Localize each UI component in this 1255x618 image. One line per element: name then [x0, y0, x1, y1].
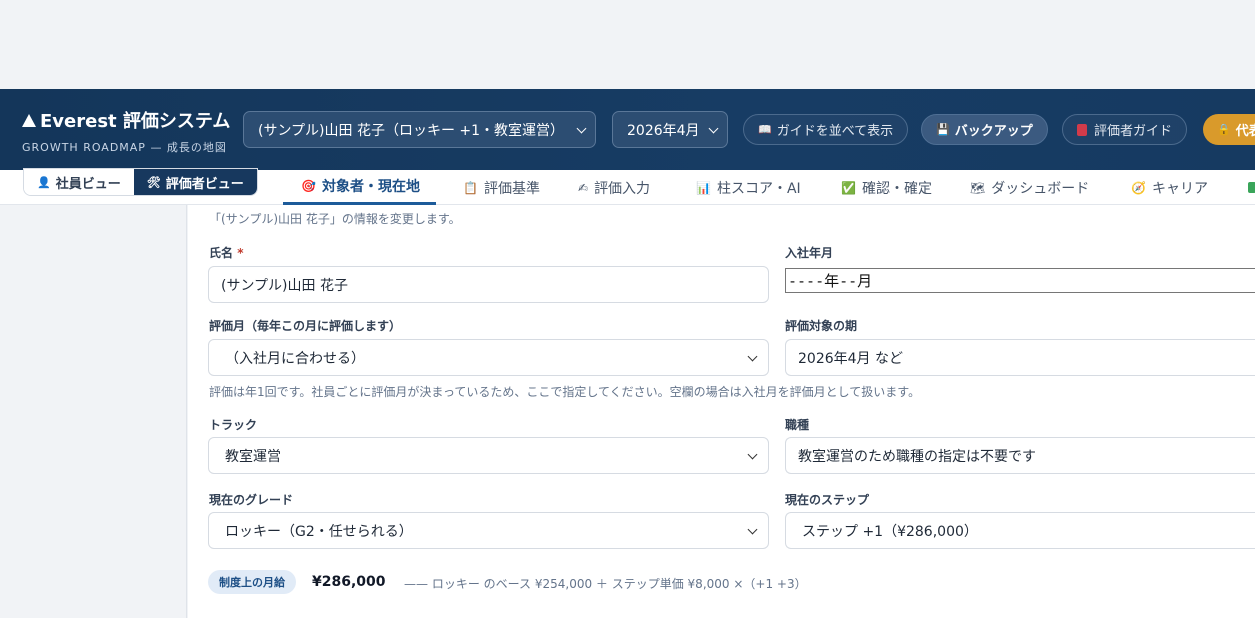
tab-target-location[interactable]: 🎯 対象者・現在地 — [283, 170, 436, 205]
chevron-down-icon — [747, 351, 758, 362]
name-input-value: (サンプル)山田 花子 — [221, 277, 348, 294]
floppy-disk-icon: 💾 — [936, 123, 950, 136]
view-toggle: 👤 社員ビュー 🛠 評価者ビュー — [23, 168, 258, 196]
tab-pillar-score-ai[interactable]: 📊 柱スコア・AI — [696, 170, 801, 205]
employee-view-label: 社員ビュー — [55, 176, 121, 192]
chevron-down-icon — [708, 123, 719, 134]
required-mark: * — [237, 246, 244, 260]
tools-icon: 🛠 — [146, 175, 161, 189]
grade-select[interactable]: ロッキー（G2・任せられる） — [208, 512, 769, 549]
red-book-icon — [1077, 123, 1087, 136]
evaluator-guide-button[interactable]: 評価者ガイド — [1062, 114, 1188, 145]
track-label: トラック — [209, 418, 258, 432]
bar-chart-icon: 📊 — [696, 180, 711, 195]
tab-label: 柱スコア・AI — [716, 180, 801, 197]
tab-dashboard[interactable]: 🗺 ダッシュボード — [970, 170, 1089, 205]
name-input[interactable]: (サンプル)山田 花子 — [208, 266, 769, 303]
tab-overflow[interactable] — [1248, 170, 1255, 205]
tab-confirm[interactable]: ✅ 確認・確定 — [841, 170, 932, 205]
name-label-text: 氏名 — [209, 246, 234, 260]
tab-label: キャリア — [1151, 180, 1208, 197]
grade-value: ロッキー（G2・任せられる） — [225, 523, 413, 540]
tab-label: 評価入力 — [594, 180, 651, 197]
mountain-triangle-icon — [22, 113, 36, 127]
tab-label: 評価基準 — [483, 180, 540, 197]
step-label: 現在のステップ — [785, 493, 870, 507]
job-type-field[interactable]: 教室運営のため職種の指定は不要です — [785, 437, 1255, 474]
check-box-icon: ✅ — [841, 180, 856, 195]
step-select[interactable]: ステップ +1（¥286,000） — [785, 512, 1255, 549]
salary-amount: ¥286,000 — [312, 574, 386, 590]
green-book-icon — [1248, 182, 1255, 193]
chevron-down-icon — [576, 123, 587, 134]
eval-period-input[interactable]: 2026年4月 など — [785, 339, 1255, 376]
tab-career[interactable]: 🧭 キャリア — [1131, 170, 1208, 205]
guide-side-by-side-label: ガイドを並べて表示 — [776, 124, 894, 139]
target-icon: 🎯 — [301, 179, 316, 193]
evaluator-guide-label: 評価者ガイド — [1094, 124, 1173, 139]
period-select[interactable]: 2026年4月 — [612, 111, 728, 148]
tab-label: ダッシュボード — [991, 180, 1090, 197]
job-type-value: 教室運営のため職種の指定は不要です — [798, 448, 1036, 465]
eval-month-select[interactable]: （入社月に合わせる） — [208, 339, 769, 376]
tab-criteria[interactable]: 📋 評価基準 — [463, 170, 540, 205]
top-blank-area — [0, 0, 1255, 89]
book-icon: 📖 — [758, 123, 772, 136]
eval-help-text: 評価は年1回です。社員ごとに評価月が決まっているため、ここで指定してください。空… — [209, 385, 921, 399]
employee-select[interactable]: (サンプル)山田 花子（ロッキー +1・教室運営） — [243, 111, 596, 148]
step-value: ステップ +1（¥286,000） — [802, 523, 978, 540]
grade-label: 現在のグレード — [209, 493, 294, 507]
chevron-down-icon — [747, 524, 758, 535]
track-select[interactable]: 教室運営 — [208, 437, 769, 474]
join-month-value: ----年--月 — [788, 272, 873, 290]
period-select-value: 2026年4月 — [627, 122, 700, 139]
map-icon: 🗺 — [970, 180, 986, 195]
employee-edit-form: 「(サンプル)山田 花子」の情報を変更します。 氏名 * (サンプル)山田 花子… — [188, 205, 1255, 618]
track-value: 教室運営 — [225, 448, 281, 465]
lock-icon: 🔒 — [1217, 123, 1231, 136]
job-type-label: 職種 — [785, 418, 810, 432]
backup-button[interactable]: 💾 バックアップ — [921, 114, 1048, 145]
evaluator-view-label: 評価者ビュー — [165, 176, 244, 192]
eval-period-label: 評価対象の期 — [785, 319, 858, 333]
brand-title-text: Everest 評価システム — [40, 111, 231, 132]
salary-badge: 制度上の月給 — [208, 570, 296, 594]
edit-note: 「(サンプル)山田 花子」の情報を変更します。 — [209, 212, 461, 226]
backup-label: バックアップ — [954, 124, 1033, 139]
join-month-label: 入社年月 — [785, 246, 834, 260]
eval-month-value: （入社月に合わせる） — [225, 350, 365, 367]
evaluator-view-button[interactable]: 🛠 評価者ビュー — [133, 169, 257, 195]
proxy-button[interactable]: 🔒 代表 — [1203, 114, 1255, 145]
guide-side-by-side-button[interactable]: 📖 ガイドを並べて表示 — [743, 114, 909, 145]
eval-month-label: 評価月（毎年この月に評価します） — [209, 319, 402, 333]
app-header: Everest 評価システム GROWTH ROADMAP — 成長の地図 (サ… — [0, 89, 1255, 170]
tab-evaluation-input[interactable]: ✍ 評価入力 — [578, 170, 650, 205]
sidebar — [0, 205, 187, 618]
employee-select-value: (サンプル)山田 花子（ロッキー +1・教室運営） — [258, 122, 565, 139]
clipboard-icon: 📋 — [463, 180, 478, 195]
compass-icon: 🧭 — [1131, 180, 1146, 195]
brand: Everest 評価システム GROWTH ROADMAP — 成長の地図 — [22, 107, 230, 155]
brand-title: Everest 評価システム — [22, 107, 230, 133]
writing-hand-icon: ✍ — [578, 180, 589, 195]
eval-period-placeholder: 2026年4月 など — [798, 350, 903, 367]
tab-bar: 👤 社員ビュー 🛠 評価者ビュー 🎯 対象者・現在地 📋 評価基準 ✍ 評価入力… — [0, 168, 1255, 205]
brand-subtitle: GROWTH ROADMAP — 成長の地図 — [22, 141, 227, 154]
salary-formula: —— ロッキー のベース ¥254,000 ＋ ステップ単価 ¥8,000 ×（… — [404, 577, 807, 591]
proxy-label: 代表 — [1235, 124, 1255, 139]
tab-label: 確認・確定 — [861, 180, 932, 197]
person-icon: 👤 — [37, 175, 51, 189]
name-label: 氏名 * — [209, 244, 243, 261]
employee-view-button[interactable]: 👤 社員ビュー — [24, 169, 134, 195]
chevron-down-icon — [747, 449, 758, 460]
tab-label: 対象者・現在地 — [321, 179, 420, 195]
join-month-input[interactable]: ----年--月 — [785, 268, 1255, 293]
